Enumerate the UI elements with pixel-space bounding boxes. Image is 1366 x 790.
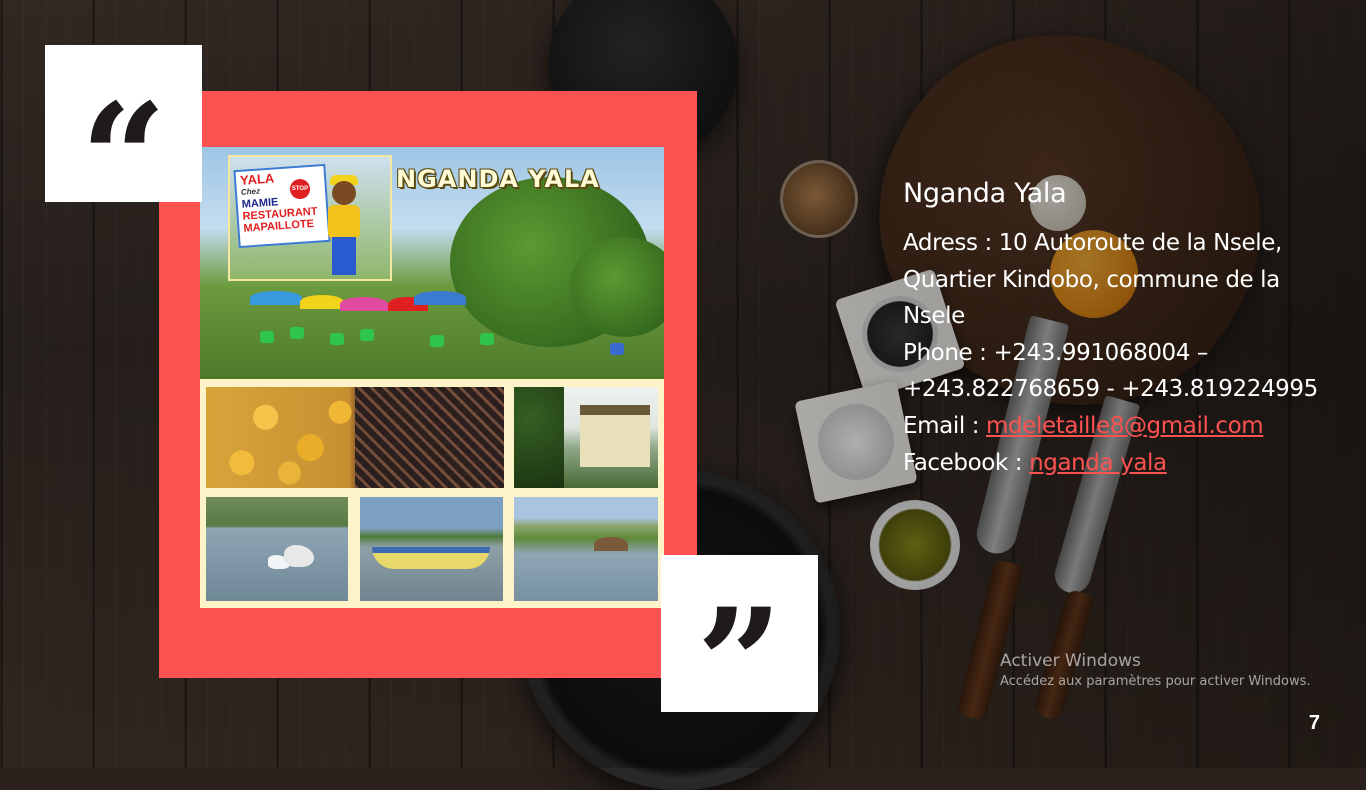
- umbrella: [414, 291, 466, 305]
- restaurant-sign: YALA Chez MAMIE RESTAURANT MAPAILLOTE ST…: [228, 155, 392, 281]
- address-line: Adress : 10 Autoroute de la Nsele, Quart…: [903, 225, 1343, 335]
- umbrella: [340, 297, 388, 311]
- restaurant-photo-collage: YALA Chez MAMIE RESTAURANT MAPAILLOTE ST…: [200, 147, 664, 608]
- photo-boat: [360, 497, 503, 601]
- close-quote-icon: ”: [696, 575, 783, 752]
- email-line: Email : mdeletaille8@gmail.com: [903, 408, 1343, 445]
- chair: [290, 327, 304, 339]
- chair: [430, 335, 444, 347]
- windows-activation-watermark: Activer Windows Accédez aux paramètres p…: [1000, 651, 1311, 689]
- restaurant-info: Nganda Yala Adress : 10 Autoroute de la …: [903, 178, 1343, 481]
- photo-garden: YALA Chez MAMIE RESTAURANT MAPAILLOTE ST…: [200, 147, 664, 379]
- chair: [260, 331, 274, 343]
- sign-board: YALA Chez MAMIE RESTAURANT MAPAILLOTE: [233, 163, 331, 249]
- stop-sign: STOP: [290, 179, 310, 199]
- facebook-line: Facebook : nganda yala: [903, 445, 1343, 482]
- activation-subtitle: Accédez aux paramètres pour activer Wind…: [1000, 674, 1311, 689]
- address-label: Adress :: [903, 230, 992, 256]
- facebook-label: Facebook :: [903, 449, 1023, 476]
- close-quote-box: ”: [661, 555, 818, 739]
- photo-title: NGANDA YALA: [396, 165, 600, 193]
- photo-jet-ski: [206, 497, 348, 601]
- chair: [480, 333, 494, 345]
- phone-label: Phone :: [903, 339, 987, 366]
- open-quote-box: “: [45, 45, 202, 234]
- photo-lake-shore: [514, 497, 658, 601]
- photo-grilled-fish: [355, 387, 504, 488]
- activation-title: Activer Windows: [1000, 651, 1141, 671]
- photo-riverside-house: [514, 387, 658, 488]
- cartoon-man: [322, 171, 366, 275]
- facebook-link[interactable]: nganda yala: [1029, 450, 1167, 476]
- restaurant-name: Nganda Yala: [903, 178, 1067, 209]
- slide-number: 7: [1308, 712, 1320, 734]
- chair: [360, 329, 374, 341]
- email-label: Email :: [903, 412, 980, 439]
- umbrella: [300, 295, 344, 309]
- chair: [610, 343, 624, 355]
- phone-line: Phone : +243.991068004 – +243.822768659 …: [903, 335, 1343, 408]
- umbrella: [250, 291, 302, 305]
- email-link[interactable]: mdeletaille8@gmail.com: [986, 413, 1264, 439]
- open-quote-icon: “: [80, 70, 167, 247]
- chair: [330, 333, 344, 345]
